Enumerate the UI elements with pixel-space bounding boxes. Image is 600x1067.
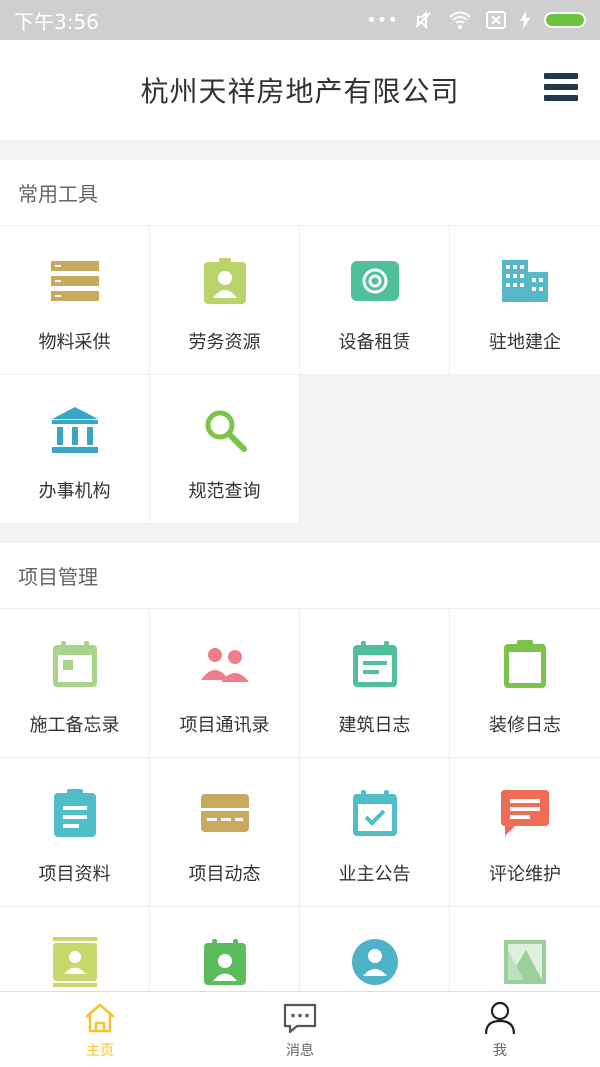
grid-empty-space xyxy=(300,375,600,524)
menu-icon-bar xyxy=(544,73,578,79)
home-icon xyxy=(85,1003,115,1032)
building-icon xyxy=(500,256,550,306)
project-label: 项目资料 xyxy=(38,864,111,885)
page-title: 杭州天祥房地产有限公司 xyxy=(140,75,460,108)
project-label: 评论维护 xyxy=(489,864,561,885)
tab-label: 我 xyxy=(493,1042,507,1059)
project-construction-memo[interactable]: 施工备忘录 xyxy=(0,609,150,758)
clipboard-icon xyxy=(500,639,550,689)
tool-standard-query[interactable]: 规范查询 xyxy=(150,375,300,524)
tab-home[interactable]: 主页 xyxy=(0,992,200,1067)
project-label: 业主公告 xyxy=(338,864,411,885)
badge-icon xyxy=(200,256,250,306)
mute-icon xyxy=(415,10,431,30)
tool-label: 物料采供 xyxy=(38,332,111,353)
log-icon xyxy=(350,639,400,689)
tool-agencies[interactable]: 办事机构 xyxy=(0,375,150,524)
project-label: 项目通讯录 xyxy=(179,715,270,736)
search-icon xyxy=(200,405,250,455)
comment-icon xyxy=(500,788,550,838)
menu-icon-bar xyxy=(544,95,578,101)
institution-icon xyxy=(50,405,100,455)
wifi-icon xyxy=(449,11,471,29)
tool-label: 驻地建企 xyxy=(489,332,561,353)
id-card-icon xyxy=(50,937,100,987)
tool-equipment-rental[interactable]: 设备租赁 xyxy=(300,226,450,375)
status-bar: 下午3:56 ••• xyxy=(0,0,600,40)
tool-resident-enterprise[interactable]: 驻地建企 xyxy=(450,226,600,375)
radio-icon xyxy=(350,256,400,306)
menu-button[interactable] xyxy=(544,73,578,101)
calendar-check-icon xyxy=(350,788,400,838)
project-contacts[interactable]: 项目通讯录 xyxy=(150,609,300,758)
project-label: 施工备忘录 xyxy=(29,715,120,736)
project-label: 项目动态 xyxy=(188,864,261,885)
user-circle-icon xyxy=(350,937,400,987)
section-title: 项目管理 xyxy=(0,543,600,609)
tool-label: 设备租赁 xyxy=(338,332,411,353)
charging-icon xyxy=(520,11,530,29)
project-news[interactable]: 项目动态 xyxy=(150,758,300,907)
project-owner-notice[interactable]: 业主公告 xyxy=(300,758,450,907)
project-grid: 施工备忘录 项目通讯录 建筑日志 装修日志 项目资料 项目动态 业主公告 评论维… xyxy=(0,609,600,1056)
document-icon xyxy=(50,788,100,838)
section-title: 常用工具 xyxy=(0,160,600,226)
battery-icon xyxy=(544,12,586,28)
menu-icon-bar xyxy=(544,84,578,90)
bottom-tab-bar: 主页 消息 我 xyxy=(0,991,600,1067)
project-label: 建筑日志 xyxy=(338,715,411,736)
sim-icon xyxy=(486,11,506,29)
list-icon xyxy=(50,256,100,306)
user-icon xyxy=(484,1001,516,1034)
card-icon xyxy=(200,788,250,838)
tool-label: 劳务资源 xyxy=(188,332,261,353)
app-header: 杭州天祥房地产有限公司 xyxy=(0,40,600,140)
project-decoration-log[interactable]: 装修日志 xyxy=(450,609,600,758)
more-icon: ••• xyxy=(366,9,398,31)
message-icon xyxy=(283,1003,317,1033)
project-label: 装修日志 xyxy=(489,715,561,736)
contacts-icon xyxy=(200,639,250,689)
project-documents[interactable]: 项目资料 xyxy=(0,758,150,907)
tool-label: 规范查询 xyxy=(188,481,261,502)
tab-me[interactable]: 我 xyxy=(400,992,600,1067)
status-icons: ••• xyxy=(366,9,586,31)
tab-messages[interactable]: 消息 xyxy=(200,992,400,1067)
section-project-management: 项目管理 施工备忘录 项目通讯录 建筑日志 装修日志 项目资料 项目动态 业主公… xyxy=(0,543,600,1056)
tool-label: 办事机构 xyxy=(38,481,111,502)
calendar-icon xyxy=(50,639,100,689)
id-badge-icon xyxy=(200,937,250,987)
tools-grid: 物料采供 劳务资源 设备租赁 驻地建企 办事机构 规范查询 xyxy=(0,226,600,524)
tool-material-supply[interactable]: 物料采供 xyxy=(0,226,150,375)
project-building-log[interactable]: 建筑日志 xyxy=(300,609,450,758)
project-comment-maintenance[interactable]: 评论维护 xyxy=(450,758,600,907)
image-icon xyxy=(500,937,550,987)
section-common-tools: 常用工具 物料采供 劳务资源 设备租赁 驻地建企 办事机构 规范查询 xyxy=(0,160,600,524)
tool-labor-resources[interactable]: 劳务资源 xyxy=(150,226,300,375)
status-time: 下午3:56 xyxy=(14,9,99,34)
tab-label: 消息 xyxy=(286,1042,314,1059)
tab-label: 主页 xyxy=(86,1042,114,1059)
